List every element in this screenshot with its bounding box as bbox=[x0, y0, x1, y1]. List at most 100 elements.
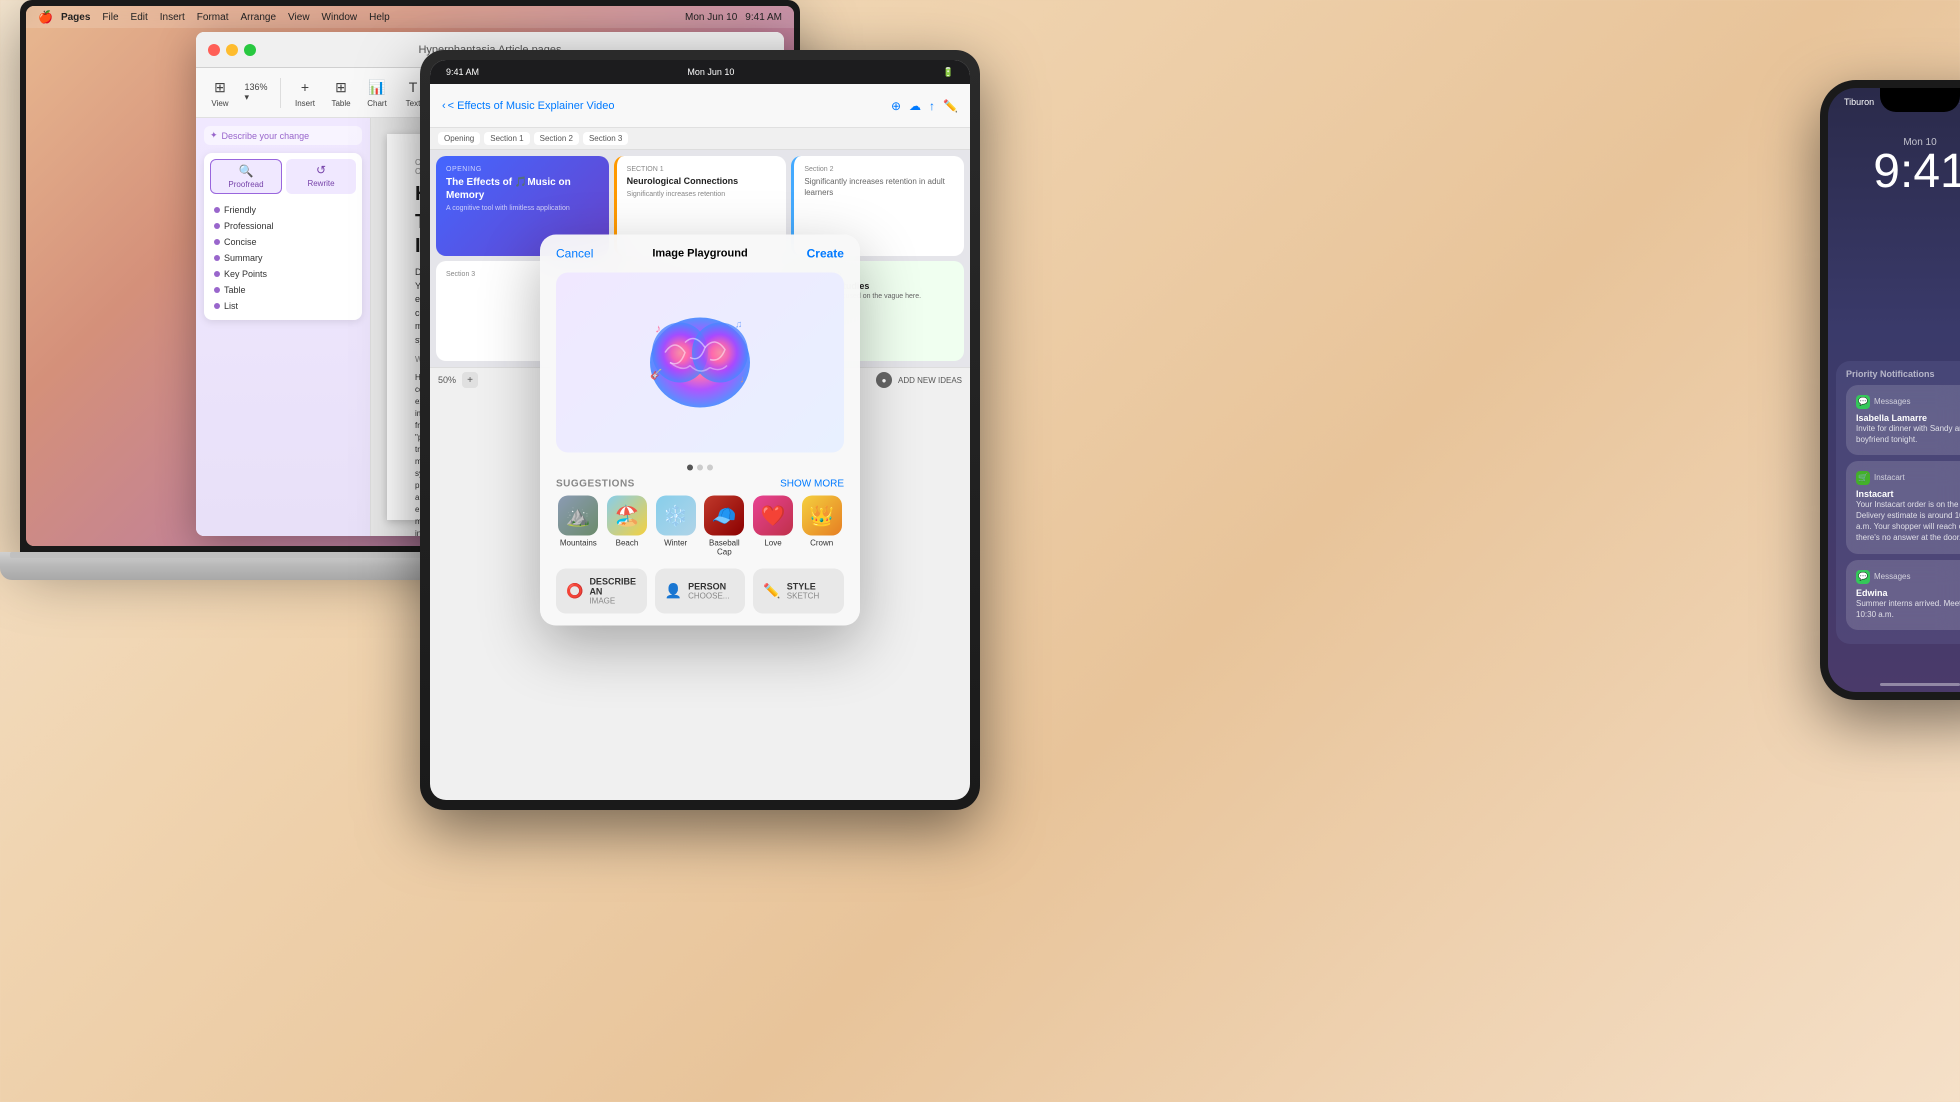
menu-window[interactable]: Window bbox=[322, 12, 358, 23]
iphone-screen: Tiburon 100% 🔋 Mon 10 9:41 Priority Noti… bbox=[1828, 88, 1960, 692]
iphone-home-bar bbox=[1880, 683, 1960, 686]
style-btn-sub: SKETCH bbox=[787, 592, 819, 601]
ipad-tool-icon-1[interactable]: ⊕ bbox=[891, 99, 901, 113]
dot-icon bbox=[214, 303, 220, 309]
notif2-app-name: Instacart bbox=[1874, 473, 1960, 482]
person-icon: 👤 bbox=[665, 583, 682, 600]
ipad-back-button[interactable]: ‹ < Effects of Music Explainer Video bbox=[442, 100, 615, 112]
notif1-app-name: Messages bbox=[1874, 397, 1960, 406]
ai-dialog-title: Image Playground bbox=[652, 248, 747, 260]
dot-icon bbox=[214, 271, 220, 277]
sidebar-item-summary[interactable]: Summary bbox=[210, 250, 356, 266]
ai-dialog-header: Cancel Image Playground Create bbox=[540, 235, 860, 261]
ipad-tool-icon-4[interactable]: ✏️ bbox=[943, 99, 958, 113]
menu-arrange[interactable]: Arrange bbox=[240, 12, 276, 23]
menu-edit[interactable]: Edit bbox=[131, 12, 148, 23]
toolbar-table[interactable]: ⊞ Table bbox=[325, 73, 357, 112]
ipad: 9:41 AM Mon Jun 10 🔋 ‹ < Effects of Musi… bbox=[420, 50, 980, 810]
svg-text:♩: ♩ bbox=[740, 375, 750, 386]
menu-help[interactable]: Help bbox=[369, 12, 390, 23]
ai-dot-1[interactable] bbox=[687, 465, 693, 471]
love-label: Love bbox=[764, 539, 781, 548]
maximize-button[interactable] bbox=[244, 44, 256, 56]
sidebar-item-list[interactable]: List bbox=[210, 298, 356, 314]
menu-insert[interactable]: Insert bbox=[160, 12, 185, 23]
dot-icon bbox=[214, 207, 220, 213]
ai-dot-2[interactable] bbox=[697, 465, 703, 471]
iphone-lock-time: Mon 10 9:41 bbox=[1828, 107, 1960, 196]
ipad-zoom-plus[interactable]: + bbox=[462, 372, 478, 388]
notification-3[interactable]: 💬 Messages Edwina Summer interns arrived… bbox=[1846, 560, 1960, 630]
ai-show-more-button[interactable]: SHOW MORE bbox=[780, 479, 844, 490]
ai-suggestion-mountains[interactable]: ⛰️ Mountains bbox=[556, 496, 601, 557]
notif3-app-icon: 💬 bbox=[1856, 570, 1870, 584]
ipad-section-opening[interactable]: Opening bbox=[438, 132, 480, 145]
ai-suggestion-beach[interactable]: 🏖️ Beach bbox=[605, 496, 650, 557]
ai-suggestion-winter[interactable]: ❄️ Winter bbox=[653, 496, 698, 557]
ai-create-button[interactable]: Create bbox=[807, 247, 844, 261]
view-icon: ⊞ bbox=[210, 77, 230, 97]
ai-image-preview: ♪ ♫ 🎸 ♩ bbox=[556, 273, 844, 453]
dot-icon bbox=[214, 255, 220, 261]
minimize-button[interactable] bbox=[226, 44, 238, 56]
ipad-section-3[interactable]: Section 3 bbox=[583, 132, 628, 145]
menu-pages[interactable]: Pages bbox=[61, 12, 90, 23]
sidebar-item-table[interactable]: Table bbox=[210, 282, 356, 298]
notification-1[interactable]: 💬 Messages Isabella Lamarre Invite for d… bbox=[1846, 385, 1960, 455]
proofread-button[interactable]: 🔍 Proofread bbox=[210, 159, 282, 194]
ipad-sections: Opening Section 1 Section 2 Section 3 bbox=[430, 128, 970, 150]
sparkle-icon: ✦ bbox=[210, 130, 218, 141]
sidebar-item-keypoints[interactable]: Key Points bbox=[210, 266, 356, 282]
iphone-notif-group: Priority Notifications 💬 Messages Isabel… bbox=[1836, 361, 1960, 645]
describe-btn-sub: IMAGE bbox=[589, 597, 636, 606]
toolbar-zoom[interactable]: 136% ▾ bbox=[240, 79, 272, 107]
ai-style-btn[interactable]: ✏️ STYLE SKETCH bbox=[753, 569, 844, 614]
ipad-section-1[interactable]: Section 1 bbox=[484, 132, 529, 145]
ai-person-btn[interactable]: 👤 PERSON CHOOSE... bbox=[655, 569, 746, 614]
ai-dot-3[interactable] bbox=[707, 465, 713, 471]
ipad-section-2[interactable]: Section 2 bbox=[534, 132, 579, 145]
ai-suggestion-crown[interactable]: 👑 Crown bbox=[799, 496, 844, 557]
toolbar-chart[interactable]: 📊 Chart bbox=[361, 73, 393, 112]
ai-cancel-button[interactable]: Cancel bbox=[556, 247, 593, 261]
ipad-record-btn[interactable]: ● bbox=[876, 372, 892, 388]
zoom-icon: 136% ▾ bbox=[246, 83, 266, 103]
menu-view[interactable]: View bbox=[288, 12, 310, 23]
toolbar-insert[interactable]: + Insert bbox=[289, 73, 321, 112]
describe-btn-title: DESCRIBE AN bbox=[589, 577, 636, 597]
menu-format[interactable]: Format bbox=[197, 12, 229, 23]
notif1-app-icon: 💬 bbox=[1856, 395, 1870, 409]
ipad-add-ideas: ADD NEW IDEAS bbox=[898, 376, 962, 385]
winter-label: Winter bbox=[664, 539, 687, 548]
ipad-toolbar-icons: ⊕ ☁ ↑ ✏️ bbox=[891, 99, 958, 113]
menu-file[interactable]: File bbox=[102, 12, 118, 23]
card-opening-subtitle: A cognitive tool with limitless applicat… bbox=[446, 205, 599, 212]
winter-icon: ❄️ bbox=[656, 496, 696, 536]
ipad-tool-icon-2[interactable]: ☁ bbox=[909, 99, 921, 113]
card-section1-label: Section 1 bbox=[627, 166, 777, 173]
sidebar-item-concise[interactable]: Concise bbox=[210, 234, 356, 250]
notification-2[interactable]: 🛒 Instacart Instacart Your Instacart ord… bbox=[1846, 461, 1960, 554]
window-controls[interactable] bbox=[208, 44, 256, 56]
close-button[interactable] bbox=[208, 44, 220, 56]
iphone-notifications: Priority Notifications 💬 Messages Isabel… bbox=[1836, 361, 1960, 653]
baseball-icon: 🧢 bbox=[704, 496, 744, 536]
notif1-sender: Isabella Lamarre bbox=[1856, 413, 1960, 423]
mac-menubar-right: Mon Jun 10 9:41 AM bbox=[685, 12, 782, 23]
sidebar-header-text: Describe your change bbox=[222, 131, 310, 141]
sidebar-item-friendly[interactable]: Friendly bbox=[210, 202, 356, 218]
style-btn-title: STYLE bbox=[787, 582, 819, 592]
card-section2-label: Section 2 bbox=[804, 166, 954, 173]
sidebar-writing-tools: 🔍 Proofread ↺ Rewrite bbox=[204, 153, 362, 320]
mac-menubar: 🍎 Pages File Edit Insert Format Arrange … bbox=[26, 6, 794, 28]
toolbar-view[interactable]: ⊞ View bbox=[204, 73, 236, 112]
card-opening-label: Opening bbox=[446, 166, 599, 173]
ai-describe-image-btn[interactable]: ⭕ DESCRIBE AN IMAGE bbox=[556, 569, 647, 614]
sidebar-item-professional[interactable]: Professional bbox=[210, 218, 356, 234]
ai-suggestion-baseball[interactable]: 🧢 Baseball Cap bbox=[702, 496, 747, 557]
apple-menu[interactable]: 🍎 bbox=[38, 10, 53, 24]
writing-tools-row: 🔍 Proofread ↺ Rewrite bbox=[210, 159, 356, 194]
rewrite-button[interactable]: ↺ Rewrite bbox=[286, 159, 356, 194]
ipad-tool-icon-3[interactable]: ↑ bbox=[929, 99, 935, 113]
ai-suggestion-love[interactable]: ❤️ Love bbox=[751, 496, 796, 557]
